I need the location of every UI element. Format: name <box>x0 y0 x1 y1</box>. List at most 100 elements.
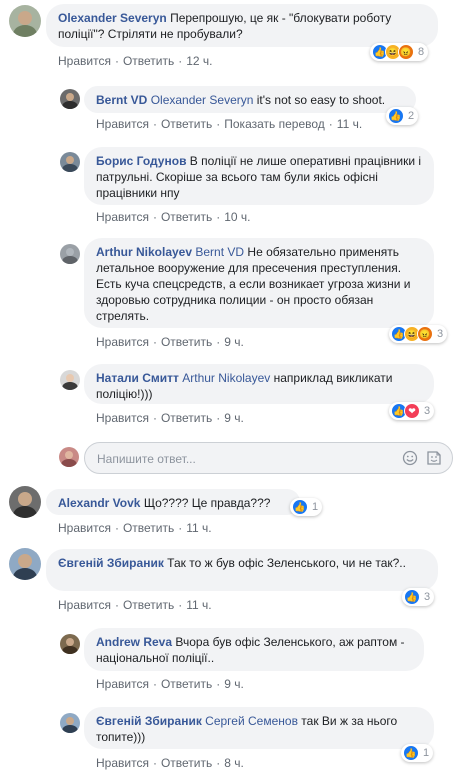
timestamp[interactable]: 9 ч. <box>224 411 244 425</box>
reply-link[interactable]: Ответить <box>161 210 212 224</box>
avatar[interactable] <box>60 244 80 264</box>
like-icon: 👍 <box>404 589 420 605</box>
separator: · <box>152 411 157 425</box>
comment-mention[interactable]: Olexander Severyn <box>151 93 254 107</box>
avatar[interactable] <box>60 370 80 390</box>
separator: · <box>178 598 183 612</box>
reply-link[interactable]: Ответить <box>161 335 212 349</box>
avatar[interactable] <box>9 486 41 518</box>
comment-author[interactable]: Євгеній Збираник <box>96 714 202 728</box>
timestamp[interactable]: 11 ч. <box>337 117 362 131</box>
comment-bubble: Olexander Severyn Перепрошую, це як - "б… <box>46 4 438 47</box>
comment-author[interactable]: Борис Годунов <box>96 154 186 168</box>
comment-text: Що???? Це правда??? <box>143 496 271 510</box>
comment-bubble: Євгеній Збираник Так то ж був офіс Зелен… <box>46 549 438 591</box>
reply-link[interactable]: Ответить <box>161 756 212 770</box>
comment-author[interactable]: Olexander Severyn <box>58 11 167 25</box>
reactions-summary[interactable]: 👍 2 <box>386 107 419 125</box>
reaction-count: 3 <box>424 591 431 603</box>
like-icon: 👍 <box>403 745 419 761</box>
separator: · <box>152 756 157 770</box>
comment-author[interactable]: Andrew Reva <box>96 635 172 649</box>
comment-actions: Нравится · Ответить · 11 ч. <box>58 521 212 535</box>
comment-text: Так то ж був офіс Зеленського, чи не так… <box>167 556 406 570</box>
like-icon: 👍 <box>292 499 308 515</box>
avatar <box>59 447 79 467</box>
separator: · <box>114 598 119 612</box>
comment-bubble: Євгеній Збираник Сергей Семенов так Ви ж… <box>84 707 434 749</box>
comment-author[interactable]: Arthur Nikolayev <box>96 245 192 259</box>
avatar[interactable] <box>60 89 80 109</box>
reactions-summary[interactable]: 👍 3 <box>402 588 435 606</box>
reaction-count: 8 <box>418 46 425 58</box>
comment-author[interactable]: Alexandr Vovk <box>58 496 140 510</box>
comment-author[interactable]: Bernt VD <box>96 93 147 107</box>
see-translation-link[interactable]: Показать перевод <box>224 117 325 131</box>
timestamp[interactable]: 11 ч. <box>186 521 211 535</box>
comment-bubble: Bernt VD Olexander Severyn it's not so e… <box>84 86 416 113</box>
reply-link[interactable]: Ответить <box>123 54 174 68</box>
avatar[interactable] <box>9 5 41 37</box>
comment-author[interactable]: Євгеній Збираник <box>58 556 164 570</box>
timestamp[interactable]: 9 ч. <box>224 335 244 349</box>
separator: · <box>216 335 221 349</box>
reactions-summary[interactable]: 👍 ❤ 3 <box>389 402 435 420</box>
timestamp[interactable]: 9 ч. <box>224 677 244 691</box>
timestamp[interactable]: 10 ч. <box>224 210 250 224</box>
like-link[interactable]: Нравится <box>96 411 149 425</box>
reactions-summary[interactable]: 👍 1 <box>290 498 323 516</box>
avatar[interactable] <box>60 152 80 172</box>
reply-input[interactable] <box>95 449 399 469</box>
separator: · <box>152 335 157 349</box>
reply-link[interactable]: Ответить <box>161 117 212 131</box>
comment-bubble: Andrew Reva Вчора був офіс Зеленського, … <box>84 628 424 671</box>
comment-actions: Нравится · Ответить · 9 ч. <box>96 677 244 691</box>
timestamp[interactable]: 12 ч. <box>186 54 212 68</box>
comment-bubble: Alexandr Vovk Що???? Це правда??? <box>46 489 300 515</box>
separator: · <box>216 117 221 131</box>
comment-actions: Нравится · Ответить · Показать перевод · 11 ч. <box>96 117 362 131</box>
separator: · <box>114 521 119 535</box>
like-link[interactable]: Нравится <box>58 54 111 68</box>
comment-bubble: Борис Годунов В поліції не лише оператив… <box>84 147 434 205</box>
separator: · <box>216 210 221 224</box>
heart-icon: ❤ <box>404 403 420 419</box>
reaction-count: 1 <box>423 747 430 759</box>
like-link[interactable]: Нравится <box>58 521 111 535</box>
reply-link[interactable]: Ответить <box>161 677 212 691</box>
reply-link[interactable]: Ответить <box>161 411 212 425</box>
emoji-icon[interactable] <box>402 450 418 466</box>
avatar[interactable] <box>60 634 80 654</box>
angry-icon: 😠 <box>398 44 414 60</box>
avatar[interactable] <box>60 713 80 733</box>
reply-link[interactable]: Ответить <box>123 598 174 612</box>
comment-bubble: Натали Смитт Arthur Nikolayev наприклад … <box>84 364 434 404</box>
reactions-summary[interactable]: 👍 😆 😠 3 <box>389 325 448 343</box>
like-icon: 👍 <box>388 108 404 124</box>
like-link[interactable]: Нравится <box>96 677 149 691</box>
reactions-summary[interactable]: 👍 1 <box>401 744 434 762</box>
reactions-summary[interactable]: 👍 😆 😠 8 <box>370 43 429 61</box>
reply-box <box>84 442 453 474</box>
comment-author[interactable]: Натали Смитт <box>96 371 179 385</box>
comment-mention[interactable]: Arthur Nikolayev <box>182 371 270 385</box>
sticker-icon[interactable] <box>426 450 442 466</box>
timestamp[interactable]: 8 ч. <box>224 756 244 770</box>
avatar[interactable] <box>9 548 41 580</box>
like-link[interactable]: Нравится <box>96 117 149 131</box>
like-link[interactable]: Нравится <box>58 598 111 612</box>
separator: · <box>152 117 157 131</box>
reaction-count: 1 <box>312 501 319 513</box>
like-link[interactable]: Нравится <box>96 210 149 224</box>
comment-mention[interactable]: Bernt VD <box>195 245 244 259</box>
comment-mention[interactable]: Сергей Семенов <box>205 714 298 728</box>
separator: · <box>216 756 221 770</box>
separator: · <box>216 411 221 425</box>
like-link[interactable]: Нравится <box>96 756 149 770</box>
separator: · <box>152 210 157 224</box>
separator: · <box>178 521 183 535</box>
reply-link[interactable]: Ответить <box>123 521 174 535</box>
separator: · <box>178 54 183 68</box>
timestamp[interactable]: 11 ч. <box>186 598 211 612</box>
like-link[interactable]: Нравится <box>96 335 149 349</box>
